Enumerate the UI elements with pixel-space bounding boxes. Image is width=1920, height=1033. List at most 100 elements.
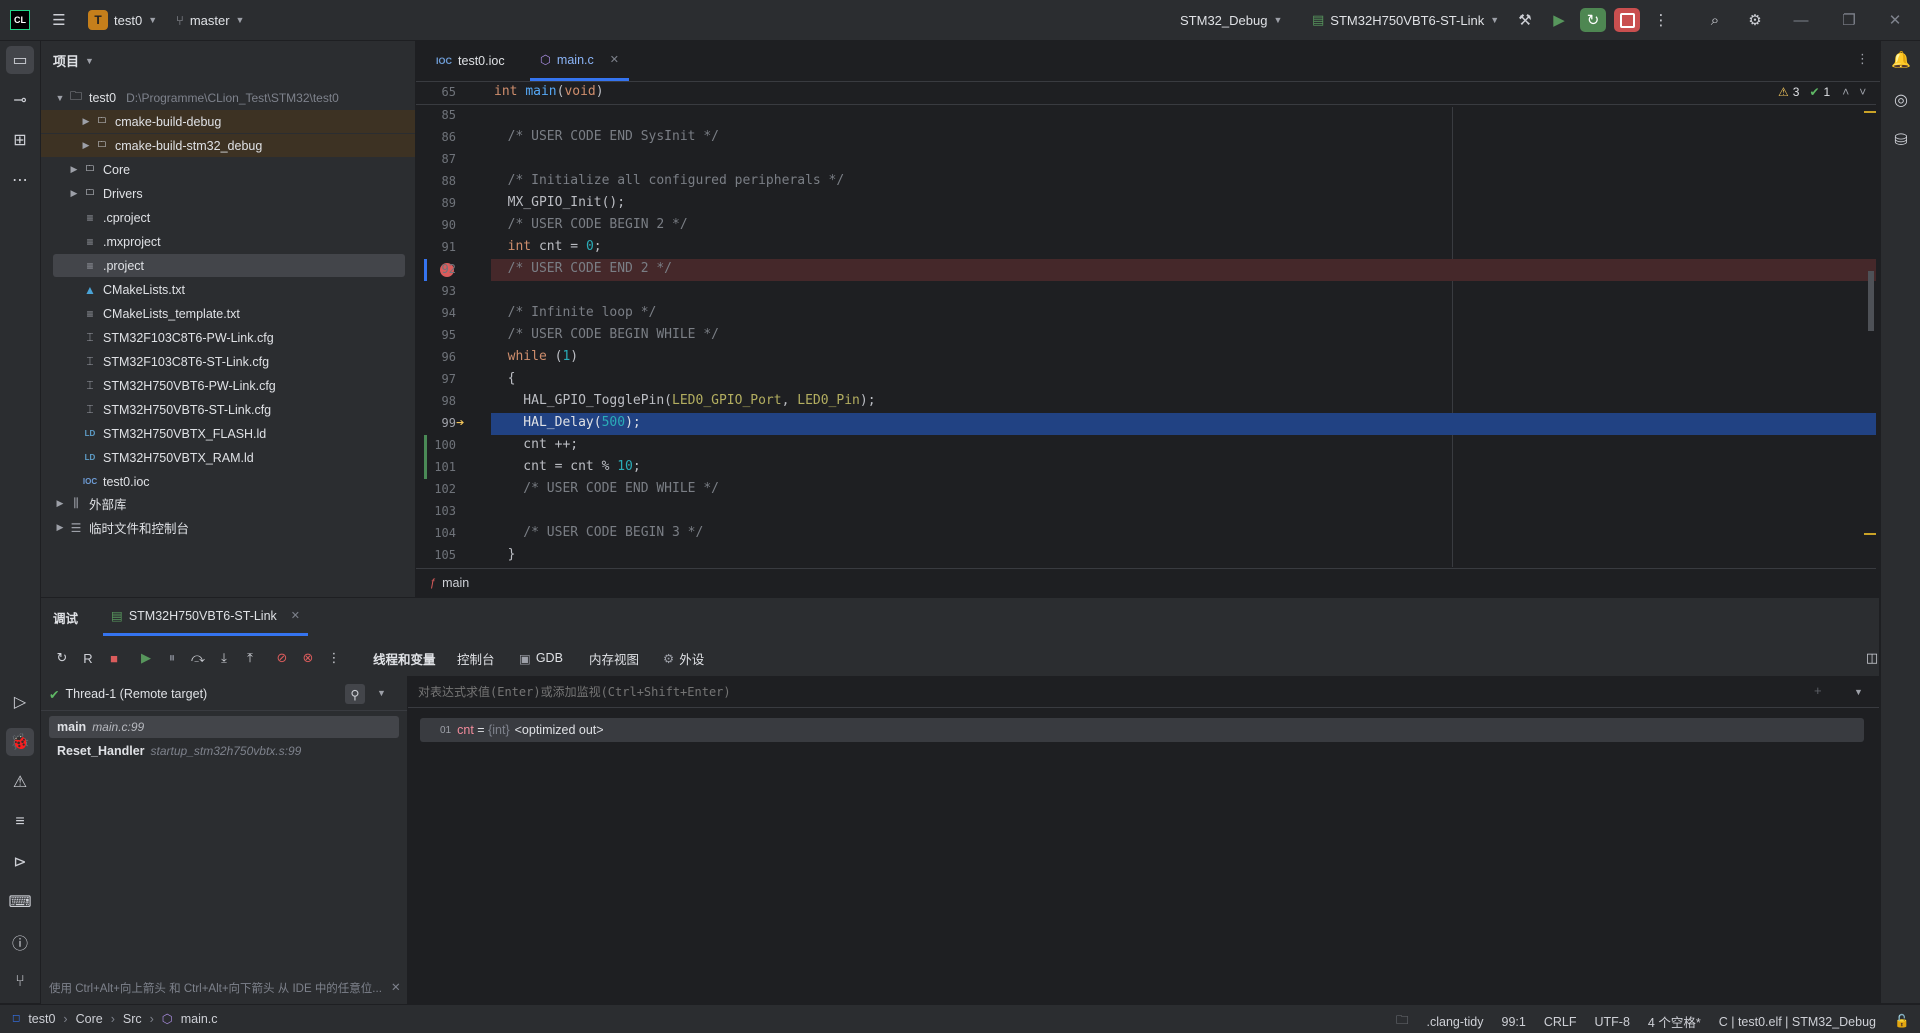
status-caret-position[interactable]: 99:1 [1502, 1015, 1526, 1029]
debug-session-tab[interactable]: ▤ STM32H750VBT6-ST-Link ✕ [103, 598, 309, 636]
subtab-peripherals[interactable]: ⚙ 外设 [663, 646, 704, 670]
code-view[interactable]: ➔ 85 86 /* USER CODE END SysInit */ 87 88 /… [416, 105, 1876, 567]
step-into-icon[interactable]: ⤓ [213, 647, 235, 669]
app-logo-icon[interactable]: CL [10, 0, 30, 40]
view-breakpoints-icon[interactable]: ⊘ [271, 647, 293, 669]
subtab-threads-variables[interactable]: 线程和变量 [373, 646, 436, 670]
database-icon[interactable]: ⛁ [1887, 126, 1915, 154]
status-line-separator[interactable]: CRLF [1544, 1015, 1577, 1029]
tree-item[interactable]: ⌶ STM32H750VBT6-ST-Link.cfg [53, 398, 405, 421]
crumb-src[interactable]: Src [123, 1012, 142, 1026]
tree-root[interactable]: ▼ 🗀 test0 D:\Programme\CLion_Test\STM32\… [53, 86, 405, 109]
chevron-down-icon[interactable]: ▼ [1854, 687, 1863, 697]
terminal-tool-icon[interactable]: ⌨ [6, 888, 34, 916]
stop-icon[interactable] [1614, 8, 1640, 32]
hamburger-menu-icon[interactable]: ☰ [46, 8, 72, 32]
eval-expression-bar[interactable]: + ▼ [408, 676, 1879, 708]
error-stripe-warning[interactable] [1864, 533, 1876, 535]
run-tool-icon[interactable]: ▷ [6, 688, 34, 716]
thread-selector[interactable]: ✔ Thread-1 (Remote target) ⚲ ▼ [49, 682, 399, 706]
crumb-project[interactable]: test0 [28, 1012, 55, 1026]
build-icon[interactable]: ⚒ [1512, 8, 1538, 32]
folder-icon[interactable]: 🗀 [1396, 1011, 1409, 1032]
services-tool-icon[interactable]: ⊳ [6, 848, 34, 876]
status-context[interactable]: C | test0.elf | STM32_Debug [1719, 1015, 1876, 1029]
chevron-right-icon[interactable]: ▶ [53, 522, 67, 533]
frame-row[interactable]: Reset_Handler startup_stm32h750vbtx.s:99 [49, 740, 399, 762]
tree-item[interactable]: ▶ 🗀 Core [53, 158, 405, 181]
lock-icon[interactable]: 🔓 [1894, 1014, 1910, 1029]
project-panel-header[interactable]: 项目 ▼ [53, 51, 94, 70]
status-encoding[interactable]: UTF-8 [1595, 1015, 1630, 1029]
add-watch-icon[interactable]: + [1814, 683, 1822, 698]
status-indent[interactable]: 4 个空格* [1648, 1012, 1701, 1031]
frame-row[interactable]: main main.c:99 [49, 716, 399, 738]
resume-icon[interactable]: ▶ [1546, 8, 1572, 32]
tab-main-c[interactable]: ⬡ main.c ✕ [530, 41, 629, 81]
project-selector[interactable]: T test0 ▼ [88, 0, 157, 40]
status-linter[interactable]: .clang-tidy [1427, 1015, 1484, 1029]
step-over-icon[interactable]: ⤼ [187, 647, 209, 669]
crumb-core[interactable]: Core [76, 1012, 103, 1026]
more-icon[interactable]: ⋮ [323, 647, 345, 669]
pause-icon[interactable]: ⏸ [161, 647, 183, 669]
reset-icon[interactable]: R [77, 647, 99, 669]
tree-item[interactable]: ▶ 🗀 cmake-build-debug [41, 110, 415, 133]
crumb-file[interactable]: main.c [181, 1012, 218, 1026]
minimize-icon[interactable]: — [1788, 8, 1814, 32]
debug-target-selector[interactable]: ▤ STM32H750VBT6-ST-Link ▼ [1312, 0, 1499, 40]
chevron-right-icon[interactable]: ▶ [79, 116, 93, 127]
settings-icon[interactable]: ⚙ [1742, 8, 1768, 32]
editor-scrollbar-thumb[interactable] [1868, 271, 1874, 331]
tree-item[interactable]: ▶ 🗀 cmake-build-stm32_debug [41, 134, 415, 157]
tree-external-libs[interactable]: ▶ ⫼ 外部库 [53, 492, 405, 515]
mute-breakpoints-icon[interactable]: ⊗ [297, 647, 319, 669]
close-tab-icon[interactable]: ✕ [610, 53, 619, 66]
tab-test0-ioc[interactable]: IOC test0.ioc [426, 41, 515, 81]
git-tool-icon[interactable]: ⑂ [6, 968, 34, 996]
tree-item[interactable]: ▲ CMakeLists.txt [53, 278, 405, 301]
tabs-more-icon[interactable]: ⋮ [1856, 51, 1869, 67]
tree-item[interactable]: ≡ .mxproject [53, 230, 405, 253]
inspection-widget[interactable]: ⚠ 3 ✔ 1 ˄ ˅ [1778, 85, 1866, 99]
code-breadcrumb[interactable]: ƒ main [416, 568, 1876, 596]
breadcrumb-function[interactable]: main [442, 576, 469, 590]
search-icon[interactable]: ⌕ [1702, 8, 1728, 32]
todo-tool-icon[interactable]: ≡ [6, 808, 34, 836]
tree-item[interactable]: ≡ CMakeLists_template.txt [53, 302, 405, 325]
tree-item[interactable]: ⌶ STM32F103C8T6-ST-Link.cfg [53, 350, 405, 373]
chevron-down-icon[interactable]: ˅ [1859, 85, 1866, 99]
tree-item[interactable]: IOC test0.ioc [53, 470, 405, 493]
tree-item[interactable]: ⌶ STM32F103C8T6-PW-Link.cfg [53, 326, 405, 349]
filter-icon[interactable]: ⚲ [345, 684, 365, 704]
layout-icon[interactable]: ◫ [1861, 647, 1883, 669]
chevron-right-icon[interactable]: ▶ [67, 164, 81, 175]
close-session-icon[interactable]: ✕ [291, 609, 300, 622]
ai-assistant-icon[interactable]: ◎ [1887, 86, 1915, 114]
branch-selector[interactable]: ⑂ master ▼ [176, 0, 244, 40]
tree-item[interactable]: ⌶ STM32H750VBT6-PW-Link.cfg [53, 374, 405, 397]
maximize-icon[interactable]: ❐ [1836, 8, 1862, 32]
more-tools-icon[interactable]: ⋯ [6, 166, 34, 194]
chevron-right-icon[interactable]: ▶ [67, 188, 81, 199]
close-hint-icon[interactable]: ✕ [391, 980, 401, 994]
close-icon[interactable]: ✕ [1882, 8, 1908, 32]
debug-tool-icon[interactable]: 🐞 [6, 728, 34, 756]
stop-icon[interactable]: ■ [103, 647, 125, 669]
tree-item[interactable]: LD STM32H750VBTX_RAM.ld [53, 446, 405, 469]
subtab-gdb[interactable]: ▣ GDB [519, 646, 563, 670]
problems-tool-icon[interactable]: ⚠ [6, 768, 34, 796]
chevron-right-icon[interactable]: ▶ [53, 498, 67, 509]
sticky-header[interactable]: 65 int main(void) ⚠ 3 ✔ 1 ˄ ˅ [416, 82, 1876, 105]
rerun-icon[interactable]: ↻ [51, 647, 73, 669]
tree-scratches[interactable]: ▶ ☰ 临时文件和控制台 [53, 516, 405, 539]
commit-icon[interactable]: ⊸ [6, 86, 34, 114]
more-icon[interactable]: ⋮ [1648, 8, 1674, 32]
tree-item[interactable]: ≡ .cproject [53, 206, 405, 229]
structure-icon[interactable]: ⊞ [6, 126, 34, 154]
subtab-memory[interactable]: 内存视图 [589, 646, 639, 670]
resume-icon[interactable]: ▶ [135, 647, 157, 669]
variable-row[interactable]: 01 cnt = {int} <optimized out> [420, 718, 1864, 742]
run-config-selector[interactable]: STM32_Debug ▼ [1180, 0, 1282, 40]
tree-item[interactable]: ▶ 🗀 Drivers [53, 182, 405, 205]
